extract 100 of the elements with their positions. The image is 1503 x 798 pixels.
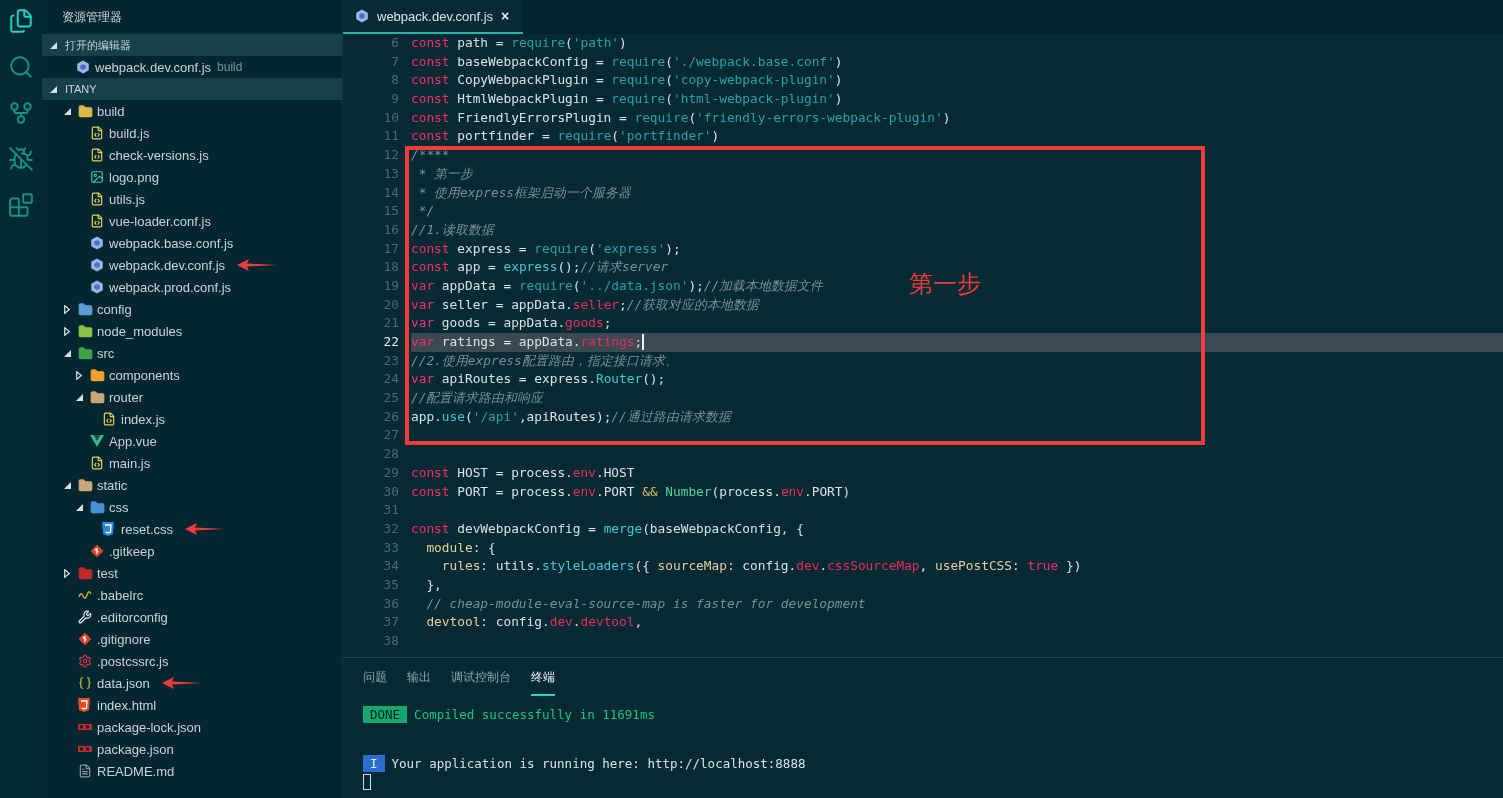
- line-number: 7: [391, 52, 399, 71]
- hexagon-icon: [90, 258, 104, 272]
- collapse-caret-icon[interactable]: [64, 107, 71, 115]
- panel-tab[interactable]: 问题: [363, 658, 387, 696]
- file-name[interactable]: package.json: [97, 741, 174, 757]
- hexagon-icon: [355, 9, 369, 23]
- line-number: 21: [383, 314, 399, 333]
- code-file-icon: [90, 126, 104, 140]
- code-line: },: [425, 575, 442, 594]
- section-title: ITANY: [65, 83, 97, 95]
- file-name[interactable]: webpack.prod.conf.js: [109, 279, 232, 295]
- expand-caret-icon[interactable]: [64, 304, 70, 314]
- file-name[interactable]: package-lock.json: [97, 719, 202, 735]
- code-line: rules: utils.styleLoaders({ sourceMap: config.dev.cssSourceMap, usePostCSS: true }): [440, 557, 1082, 576]
- file-name[interactable]: main.js: [109, 455, 151, 471]
- hexagon-icon: [90, 236, 104, 250]
- code-file-icon: [90, 148, 104, 162]
- code-line: const PORT = process.env.PORT && Number(process.env.PORT): [411, 482, 851, 501]
- line-number: 12: [383, 146, 399, 165]
- code-file-icon: [102, 412, 116, 426]
- collapse-caret-icon[interactable]: [50, 41, 57, 49]
- file-name[interactable]: check-versions.js: [109, 147, 209, 163]
- file-name[interactable]: data.json: [97, 675, 150, 691]
- line-number: 22: [383, 333, 399, 351]
- line-number: 10: [383, 108, 399, 127]
- blocks-icon[interactable]: [8, 192, 34, 218]
- close-button[interactable]: ×: [501, 8, 510, 24]
- collapse-caret-icon[interactable]: [76, 503, 83, 511]
- document-icon: [78, 764, 92, 778]
- file-name[interactable]: .editorconfig: [97, 609, 168, 625]
- collapse-caret-icon[interactable]: [64, 481, 71, 489]
- line-number: 31: [383, 501, 399, 520]
- line-number: 38: [383, 632, 399, 650]
- file-name[interactable]: .gitignore: [97, 631, 151, 647]
- file-name[interactable]: index.html: [97, 697, 157, 713]
- collapse-caret-icon[interactable]: [76, 393, 83, 401]
- code-line: const baseWebpackConfig = require('./webpack.base.conf'): [411, 52, 843, 71]
- line-number: 23: [383, 351, 399, 370]
- editor-tab[interactable]: webpack.dev.conf.js ×: [343, 0, 524, 34]
- file-name[interactable]: App.vue: [109, 433, 157, 449]
- bug-icon[interactable]: [8, 146, 34, 172]
- file-name[interactable]: webpack.dev.conf.js: [109, 257, 226, 273]
- folder-name[interactable]: css: [109, 499, 129, 515]
- strip-icon: [78, 746, 92, 752]
- files-icon[interactable]: [8, 8, 34, 34]
- text-cursor: [642, 334, 645, 351]
- file-name[interactable]: utils.js: [109, 191, 146, 207]
- code-line: app.use('/api',apiRoutes);//通过路由请求数据: [411, 407, 731, 426]
- code-line: const app = express();//请求server: [411, 258, 669, 277]
- folder-name[interactable]: config: [97, 301, 132, 317]
- panel-tab[interactable]: 调试控制台: [451, 658, 511, 696]
- file-name[interactable]: build.js: [109, 125, 150, 141]
- file-name[interactable]: .postcssrc.js: [97, 653, 169, 669]
- line-number: 28: [383, 445, 399, 464]
- folder-name[interactable]: node_modules: [97, 323, 183, 339]
- line-number: 30: [383, 482, 399, 501]
- diamond-icon: [78, 632, 92, 646]
- expand-caret-icon[interactable]: [76, 370, 82, 380]
- line-number: 29: [383, 463, 399, 482]
- line-number: 16: [383, 220, 399, 239]
- code-line: const CopyWebpackPlugin = require('copy-webpack-plugin'): [411, 71, 843, 90]
- code-line: const HOST = process.env.HOST: [411, 463, 635, 482]
- folder-name[interactable]: components: [109, 367, 180, 383]
- folder-name[interactable]: router: [109, 389, 143, 405]
- section-header[interactable]: ITANY: [42, 78, 342, 100]
- code-line: var apiRoutes = express.Router();: [411, 370, 666, 389]
- folder-name[interactable]: src: [97, 345, 115, 361]
- expand-caret-icon[interactable]: [64, 326, 70, 336]
- file-name[interactable]: logo.png: [109, 169, 159, 185]
- code-line: module: {: [425, 538, 496, 557]
- folder-name[interactable]: static: [97, 477, 128, 493]
- line-number: 14: [383, 183, 399, 202]
- folder-name[interactable]: build: [97, 103, 125, 119]
- terminal-cursor: [363, 774, 371, 790]
- collapse-caret-icon[interactable]: [64, 349, 71, 357]
- file-name[interactable]: reset.css: [121, 521, 173, 537]
- file-name[interactable]: .babelrc: [97, 587, 144, 603]
- section-title: 打开的编辑器: [65, 37, 131, 53]
- expand-caret-icon[interactable]: [64, 568, 70, 578]
- line-number: 27: [383, 426, 399, 445]
- code-line: const express = require('express');: [411, 239, 681, 258]
- code-line: // cheap-module-eval-source-map is faster for development: [425, 594, 866, 613]
- line-number: 32: [383, 519, 399, 538]
- section-header[interactable]: 打开的编辑器: [42, 34, 342, 56]
- code-line: var ratings = appData.ratings;: [411, 333, 643, 351]
- branch-icon[interactable]: [8, 100, 34, 126]
- code-file-icon: [90, 456, 104, 470]
- file-name[interactable]: index.js: [121, 411, 166, 427]
- file-name[interactable]: .gitkeep: [109, 543, 155, 559]
- panel-tab[interactable]: 终端: [531, 658, 555, 696]
- search-icon[interactable]: [8, 54, 34, 80]
- file-name[interactable]: webpack.base.conf.js: [109, 235, 234, 251]
- panel-tab[interactable]: 输出: [407, 658, 431, 696]
- folder-name[interactable]: test: [97, 565, 118, 581]
- line-number: 19: [383, 276, 399, 295]
- code-file-icon: [90, 214, 104, 228]
- file-name[interactable]: README.md: [97, 763, 175, 779]
- collapse-caret-icon[interactable]: [50, 85, 57, 93]
- file-name[interactable]: vue-loader.conf.js: [109, 213, 211, 229]
- file-name[interactable]: webpack.dev.conf.js: [95, 59, 212, 75]
